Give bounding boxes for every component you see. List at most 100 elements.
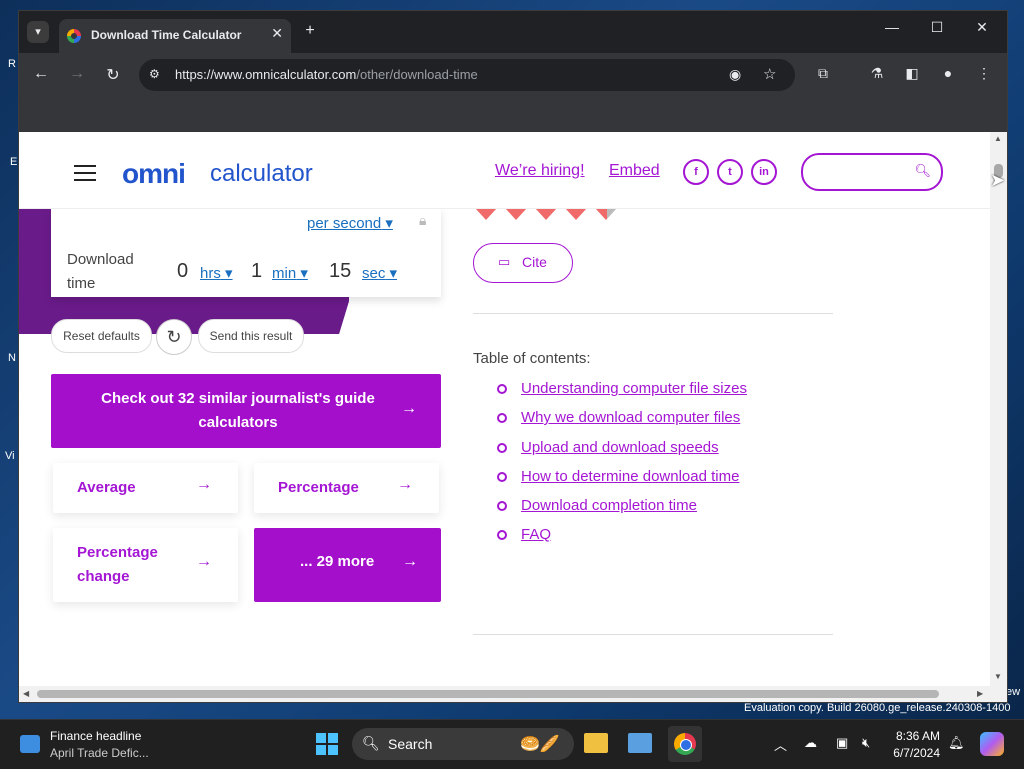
toc-link[interactable]: Why we download computer files xyxy=(521,409,740,426)
close-window-icon[interactable]: ✕ xyxy=(967,19,997,36)
twitter-icon[interactable]: t xyxy=(717,159,743,185)
horizontal-scrollbar[interactable]: ◀ ▶ xyxy=(19,686,1007,702)
refresh-icon[interactable]: ↻ xyxy=(156,319,192,355)
rating-heart-icon[interactable] xyxy=(535,208,557,220)
lock-icon[interactable]: 🔒︎ xyxy=(419,212,426,229)
hours-unit-select[interactable]: hrs ▾ xyxy=(200,264,233,282)
copilot-icon[interactable] xyxy=(980,732,1004,756)
logo-omni[interactable]: omni xyxy=(122,158,186,190)
taskbar: Finance headline April Trade Defic... 🔍︎… xyxy=(0,719,1024,769)
tab-search-chevron-icon[interactable]: ▾ xyxy=(27,21,49,43)
minimize-icon[interactable]: — xyxy=(877,19,907,35)
news-subtitle[interactable]: April Trade Defic... xyxy=(50,746,149,760)
rating-heart-partial-icon[interactable] xyxy=(595,208,617,220)
tab-bar: ▾ Download Time Calculator ✕ + — ☐ ✕ xyxy=(19,11,1007,53)
download-time-label: Download time xyxy=(67,251,134,292)
related-card-percentage-change[interactable]: Percentage change → xyxy=(53,528,238,602)
seconds-unit-select[interactable]: sec ▾ xyxy=(362,264,397,282)
rating-heart-icon[interactable] xyxy=(475,208,497,220)
onedrive-icon[interactable]: ☁ xyxy=(804,735,817,751)
display-icon[interactable]: ▣ xyxy=(836,735,848,751)
search-icon[interactable]: 🔍︎ xyxy=(914,163,931,179)
send-result-button[interactable]: Send this result xyxy=(198,319,304,353)
toc-link[interactable]: Download completion time xyxy=(521,497,697,514)
logo-calculator[interactable]: calculator xyxy=(210,160,313,188)
rating-heart-icon[interactable] xyxy=(565,208,587,220)
clock-date[interactable]: 6/7/2024 xyxy=(888,746,940,760)
tab-close-icon[interactable]: ✕ xyxy=(271,25,283,42)
browser-window: ▾ Download Time Calculator ✕ + — ☐ ✕ ← →… xyxy=(18,10,1008,703)
tray-chevron-icon[interactable]: ︿ xyxy=(774,735,787,754)
bookmark-star-icon[interactable]: ☆ xyxy=(763,65,776,83)
site-info-icon[interactable]: ⚙ xyxy=(149,67,160,81)
bullet-icon xyxy=(497,443,507,453)
scroll-right-icon[interactable]: ▶ xyxy=(977,689,983,698)
volume-icon[interactable]: 🔇︎ xyxy=(862,735,870,751)
forward-icon[interactable]: → xyxy=(66,65,88,83)
horizontal-scroll-thumb[interactable] xyxy=(37,690,939,698)
scroll-up-icon[interactable]: ▲ xyxy=(994,134,1002,143)
address-bar[interactable]: ⚙ https://www.omnicalculator.com/other/d… xyxy=(139,59,795,91)
rating-heart-icon[interactable] xyxy=(505,208,527,220)
evaluation-watermark: Evaluation copy. Build 26080.ge_release.… xyxy=(744,702,1011,714)
toc-link[interactable]: How to determine download time xyxy=(521,468,739,485)
cite-button[interactable]: ▭ Cite xyxy=(473,243,573,283)
hiring-link[interactable]: We’re hiring! xyxy=(495,162,585,180)
labs-flask-icon[interactable]: ⚗ xyxy=(867,65,887,82)
tab-active[interactable]: Download Time Calculator ✕ xyxy=(59,19,291,53)
chrome-taskbar-button[interactable] xyxy=(668,726,702,762)
divider xyxy=(473,313,833,314)
similar-calculators-button[interactable]: Check out 32 similar journalist's guide … xyxy=(51,374,441,448)
notification-bell-icon[interactable]: 🔔︎ xyxy=(948,735,965,751)
divider xyxy=(473,634,833,635)
calculator-card: per second ▾ 🔒︎ Download time 0 hrs ▾ 1 … xyxy=(51,208,441,297)
tab-title: Download Time Calculator xyxy=(91,28,242,42)
scroll-left-icon[interactable]: ◀ xyxy=(23,689,29,698)
seconds-value[interactable]: 15 xyxy=(329,260,351,283)
minutes-unit-select[interactable]: min ▾ xyxy=(272,264,308,282)
mouse-cursor-icon: ➤ xyxy=(990,170,1006,190)
vertical-scrollbar[interactable]: ▲ ▼ xyxy=(990,132,1007,686)
linkedin-icon[interactable]: in xyxy=(751,159,777,185)
toc-link[interactable]: Upload and download speeds xyxy=(521,439,719,456)
more-calculators-button[interactable]: ... 29 more → xyxy=(254,528,441,602)
desktop-label: Vi xyxy=(5,450,15,462)
menu-kebab-icon[interactable]: ⋮ xyxy=(974,65,994,82)
related-card-label: Percentage xyxy=(278,479,359,496)
file-explorer-icon[interactable] xyxy=(584,733,608,753)
news-widget-icon[interactable] xyxy=(20,735,40,753)
reset-defaults-button[interactable]: Reset defaults xyxy=(51,319,152,353)
new-tab-icon[interactable]: + xyxy=(299,20,321,42)
related-card-average[interactable]: Average → xyxy=(53,463,238,513)
side-panel-icon[interactable]: ◧ xyxy=(902,65,922,82)
taskbar-search-box[interactable]: 🔍︎ Search 🥯🥖 xyxy=(352,728,574,760)
clock-time[interactable]: 8:36 AM xyxy=(894,729,940,743)
chrome-icon-center xyxy=(680,739,692,751)
bullet-icon xyxy=(497,413,507,423)
extensions-icon[interactable]: ⧉ xyxy=(813,65,833,82)
related-card-percentage[interactable]: Percentage → xyxy=(254,463,439,513)
reload-icon[interactable]: ↻ xyxy=(102,65,124,85)
facebook-icon[interactable]: f xyxy=(683,159,709,185)
arrow-right-icon: → xyxy=(397,476,413,493)
bullet-icon xyxy=(497,530,507,540)
cite-label: Cite xyxy=(522,254,547,270)
back-icon[interactable]: ← xyxy=(30,65,52,83)
control-panel-icon[interactable] xyxy=(628,733,652,753)
eye-off-icon[interactable]: ◉ xyxy=(729,66,741,83)
profile-icon[interactable]: ● xyxy=(938,65,958,81)
toolbar-spacer xyxy=(19,97,1007,132)
hamburger-menu-icon[interactable] xyxy=(74,165,96,181)
news-title[interactable]: Finance headline xyxy=(50,729,141,743)
scroll-down-icon[interactable]: ▼ xyxy=(994,672,1002,681)
embed-link[interactable]: Embed xyxy=(609,162,660,180)
speed-unit-select[interactable]: per second ▾ xyxy=(307,214,393,232)
minutes-value[interactable]: 1 xyxy=(251,260,262,283)
hours-value[interactable]: 0 xyxy=(177,260,188,283)
toc-link[interactable]: FAQ xyxy=(521,526,551,543)
toc-link[interactable]: Understanding computer file sizes xyxy=(521,380,747,397)
site-search-input[interactable]: 🔍︎ xyxy=(801,153,943,191)
more-calculators-label: ... 29 more xyxy=(300,553,375,570)
windows-start-icon[interactable] xyxy=(316,733,338,755)
maximize-icon[interactable]: ☐ xyxy=(922,19,952,36)
